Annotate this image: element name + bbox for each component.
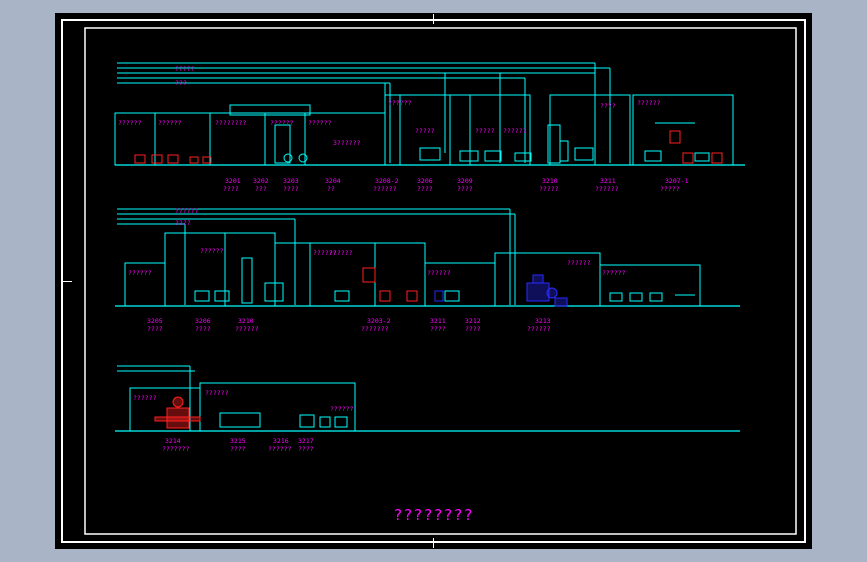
row2-equipment-tag: 3205 xyxy=(147,317,163,325)
row1-equipment-name: ???? xyxy=(417,185,433,193)
row3-equipment-tag: 3216 xyxy=(273,437,289,445)
row1-equipment-tag: 3202 xyxy=(253,177,269,185)
row3-equipment-tag: 3215 xyxy=(230,437,246,445)
row1-extra-label: ????? xyxy=(175,65,195,73)
row1-equipment-name: ???? xyxy=(223,185,239,193)
row2-equipment-tag: 3203-2 xyxy=(367,317,391,325)
row3-equipment-tag: 3217 xyxy=(298,437,314,445)
row3-equipment-tag: 3214 xyxy=(165,437,181,445)
row2-equipment-tag: 3212 xyxy=(465,317,481,325)
row2-equipment-name: ?????? xyxy=(235,325,259,333)
row2-equipment-name: ??????? xyxy=(361,325,388,333)
row2-equipment-name: ???? xyxy=(430,325,446,333)
row2-equipment-name: ?????? xyxy=(527,325,551,333)
label-layer: ?????? ?????? ???????? ?????? ?????? ???… xyxy=(118,65,689,453)
row1-equipment-name: ?????? xyxy=(373,185,397,193)
row1-equipment-name: ??? xyxy=(255,185,267,193)
row1-equipment-name: ????? xyxy=(539,185,559,193)
row2-area-label: ?????? xyxy=(427,269,451,277)
row1-equipment-name: ???? xyxy=(283,185,299,193)
row3-area-label: ?????? xyxy=(205,389,229,397)
row2-equipment-tag: 3211 xyxy=(430,317,446,325)
row1-equipment-tag: 3211 xyxy=(600,177,616,185)
row2-extra-label: ?????? xyxy=(175,207,199,215)
row2-area-label: ?????? xyxy=(567,259,591,267)
row1-equipment-tag: 3210 xyxy=(542,177,558,185)
row1-equipment-tag: 3206 xyxy=(417,177,433,185)
row1-area-label: ?????? xyxy=(503,127,527,135)
row2-equipment-tag: 3206 xyxy=(195,317,211,325)
row2-area-label: ?????? xyxy=(128,269,152,277)
frame-tick-bottom xyxy=(433,538,434,548)
row1-equipment-tag: 3207-1 xyxy=(665,177,689,185)
row3-equipment-name: ??????? xyxy=(162,445,189,453)
row1-equipment-name: ?? xyxy=(327,185,335,193)
row2-extra-label: ???? xyxy=(175,219,191,227)
row2-equipment-name: ???? xyxy=(465,325,481,333)
row1-equipment-name: ?????? xyxy=(595,185,619,193)
row1-equipment-tag: 3201 xyxy=(225,177,241,185)
row1-area-label: ?????? xyxy=(388,99,412,107)
row2-area-label: ?????? xyxy=(200,247,224,255)
row2-equipment-tag: 3210 xyxy=(238,317,254,325)
row2-equipment-tag: 3213 xyxy=(535,317,551,325)
row1-area-extra: 3?????? xyxy=(333,139,360,147)
row3-area-label: ?????? xyxy=(330,405,354,413)
row1-area-label: ???????? xyxy=(215,119,246,127)
row1-equipment-tag: 3208-2 xyxy=(375,177,399,185)
row1-area-label: ?????? xyxy=(637,99,661,107)
row1-equipment-name: ???? xyxy=(457,185,473,193)
row1-area-label: ????? xyxy=(475,127,495,135)
row2-area-label: ?????? xyxy=(329,249,353,257)
row1-equipment-tag: 3204 xyxy=(325,177,341,185)
row2-area-label: ?????? xyxy=(602,269,626,277)
row1-area-label: ?????? xyxy=(270,119,294,127)
row1-area-label: ???? xyxy=(600,102,616,110)
row1-equipment-tag: 3203 xyxy=(283,177,299,185)
row3-equipment-name: ?????? xyxy=(268,445,292,453)
row1-area-label: ?????? xyxy=(308,119,332,127)
row3-equipment-name: ???? xyxy=(298,445,314,453)
row3-equipment-name: ???? xyxy=(230,445,246,453)
row2-equipment-name: ???? xyxy=(147,325,163,333)
drawing-sheet: ?????? ?????? ???????? ?????? ?????? ???… xyxy=(55,13,812,549)
row1-equipment-name: ????? xyxy=(660,185,680,193)
frame-tick-top xyxy=(433,14,434,24)
row3-area-label: ?????? xyxy=(133,394,157,402)
row1-equipment-tag: 3209 xyxy=(457,177,473,185)
row1-area-label: ?????? xyxy=(158,119,182,127)
row2-equipment-name: ???? xyxy=(195,325,211,333)
row1-area-label: ?????? xyxy=(118,119,142,127)
row1-area-label: ????? xyxy=(415,127,435,135)
drawing-title: ???????? xyxy=(393,506,474,524)
frame-tick-left xyxy=(62,281,72,282)
row1-extra-label: ??? xyxy=(175,79,187,87)
